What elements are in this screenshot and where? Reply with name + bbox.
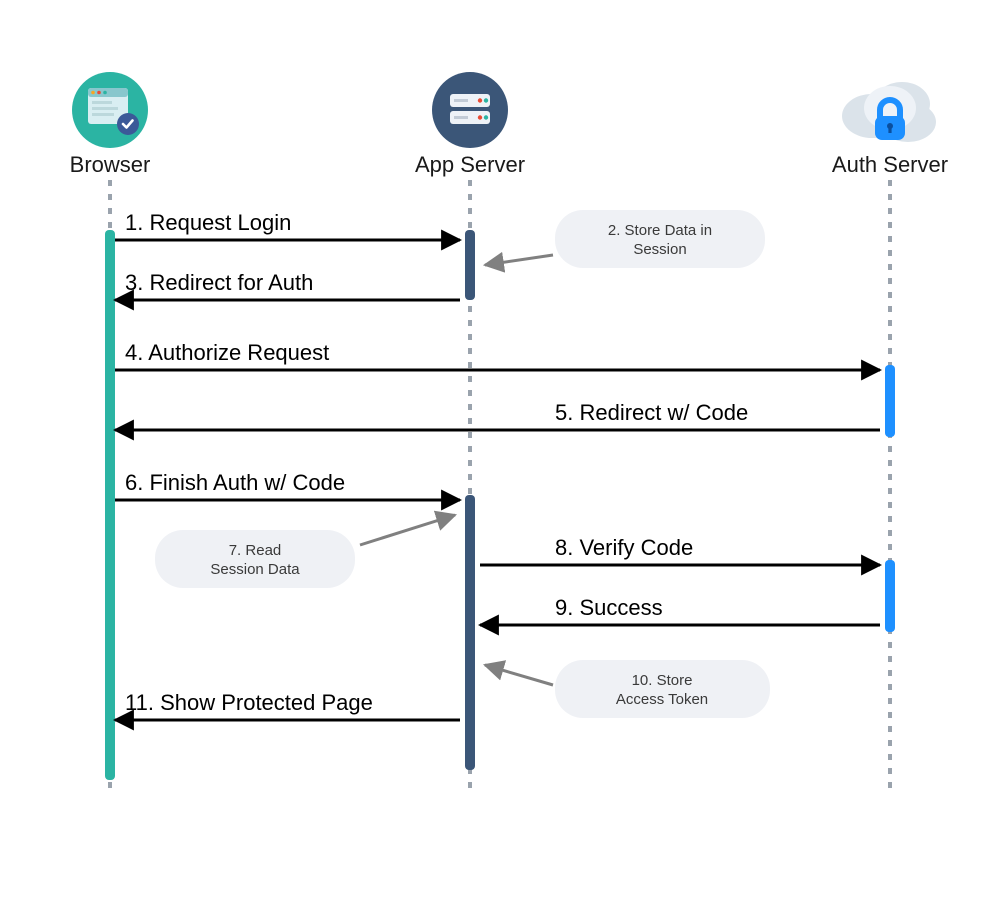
app-activation-1 bbox=[465, 230, 475, 300]
auth-activation-1 bbox=[885, 365, 895, 437]
msg-8-label: 8. Verify Code bbox=[555, 535, 693, 560]
auth-server-icon bbox=[842, 82, 936, 142]
auth-server-label: Auth Server bbox=[832, 152, 948, 177]
note-10-arrow bbox=[485, 665, 553, 685]
msg-9-label: 9. Success bbox=[555, 595, 663, 620]
note-2-line2: Session bbox=[633, 241, 686, 258]
note-2-box bbox=[555, 210, 765, 268]
note-10-line1: 10. Store bbox=[632, 672, 693, 689]
browser-icon bbox=[72, 72, 148, 148]
sequence-diagram: Browser App Server Auth Server bbox=[0, 0, 1000, 900]
note-2-line1: 2. Store Data in bbox=[608, 222, 712, 239]
note-7-arrow bbox=[360, 515, 455, 545]
app-activation-2 bbox=[465, 495, 475, 770]
msg-1-label: 1. Request Login bbox=[125, 210, 291, 235]
note-2-arrow bbox=[485, 255, 553, 265]
note-10-box bbox=[555, 660, 770, 718]
auth-activation-2 bbox=[885, 560, 895, 632]
note-7-box bbox=[155, 530, 355, 588]
msg-3-label: 3. Redirect for Auth bbox=[125, 270, 313, 295]
app-server-label: App Server bbox=[415, 152, 525, 177]
msg-5-label: 5. Redirect w/ Code bbox=[555, 400, 748, 425]
app-server-icon bbox=[432, 72, 508, 148]
note-10-line2: Access Token bbox=[616, 691, 708, 708]
note-7-line1: 7. Read bbox=[229, 542, 282, 559]
msg-6-label: 6. Finish Auth w/ Code bbox=[125, 470, 345, 495]
msg-4-label: 4. Authorize Request bbox=[125, 340, 329, 365]
msg-11-label: 11. Show Protected Page bbox=[125, 690, 373, 715]
browser-activation bbox=[105, 230, 115, 780]
browser-label: Browser bbox=[70, 152, 151, 177]
note-7-line2: Session Data bbox=[210, 561, 300, 578]
